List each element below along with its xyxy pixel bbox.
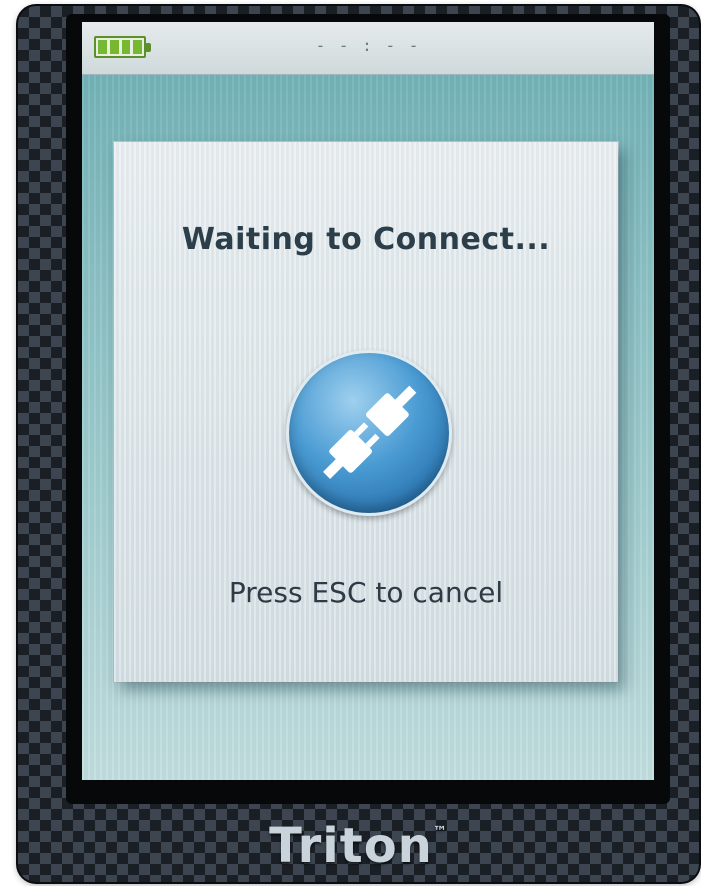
cancel-hint: Press ESC to cancel	[228, 576, 504, 609]
waiting-dialog: Waiting to Connect... Press ESC to cance…	[114, 142, 618, 682]
handheld-device: - - : - - Waiting to Connect... Press ES…	[18, 6, 699, 882]
plug-connect-icon	[286, 350, 452, 516]
brand-logo: Triton™	[18, 818, 699, 874]
status-time: - - : - -	[315, 36, 421, 55]
brand-name: Triton	[269, 818, 433, 874]
lcd-screen: - - : - - Waiting to Connect... Press ES…	[82, 22, 654, 780]
trademark-symbol: ™	[432, 824, 448, 840]
dialog-title: Waiting to Connect...	[181, 222, 551, 257]
status-bar: - - : - -	[82, 22, 654, 75]
